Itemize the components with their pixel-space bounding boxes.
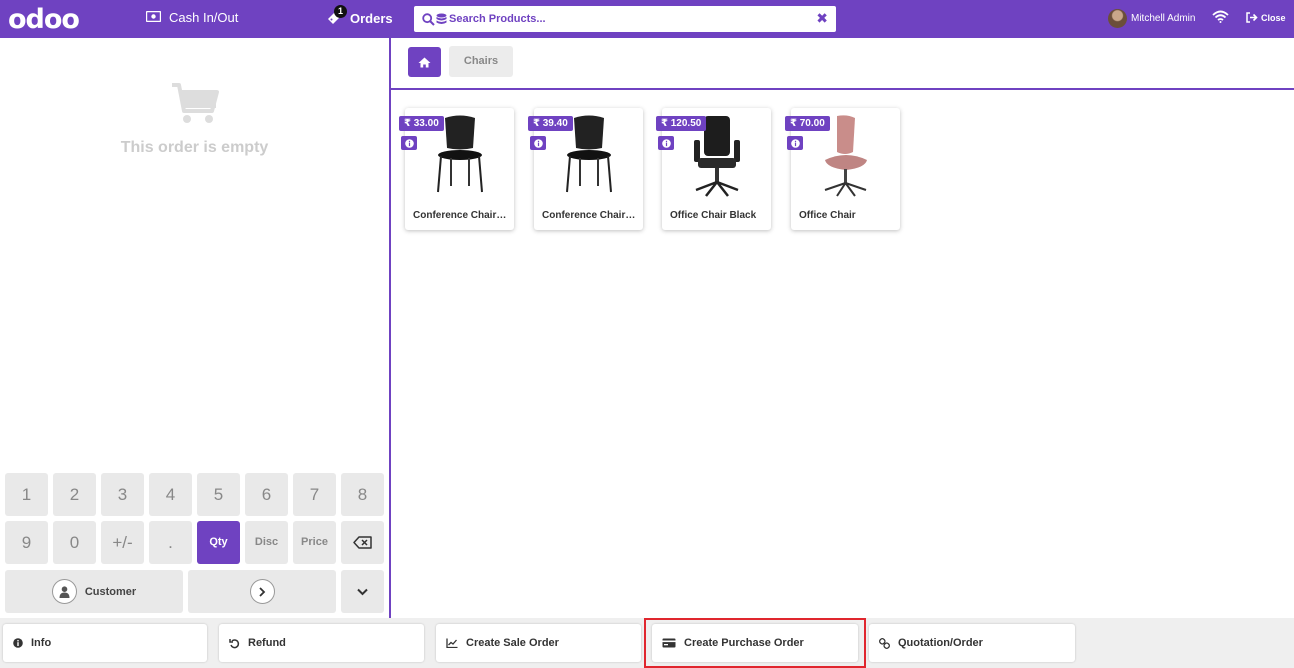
cash-in-out-label: Cash In/Out <box>169 10 239 25</box>
more-options-button[interactable] <box>341 570 384 613</box>
refund-button[interactable]: Refund <box>219 624 424 662</box>
product-name: Office Chair Black <box>670 210 757 221</box>
database-icon <box>436 13 447 25</box>
product-card[interactable]: ₹ 70.00 Office Chair <box>785 108 900 230</box>
discount-mode-button[interactable]: Disc <box>245 521 288 564</box>
payment-button[interactable] <box>188 570 336 613</box>
numpad-key-7[interactable]: 7 <box>293 473 336 516</box>
clear-search-icon[interactable]: ✖ <box>816 10 828 27</box>
chevron-down-icon <box>357 588 368 596</box>
close-label: Close <box>1261 12 1286 23</box>
sign-out-icon <box>1246 12 1258 23</box>
create-purchase-order-label: Create Purchase Order <box>684 637 804 649</box>
odoo-logo: odoo <box>8 4 80 35</box>
undo-icon <box>229 638 240 649</box>
info-icon[interactable] <box>658 136 674 150</box>
top-navbar: odoo Cash In/Out 1 Orders ✖ Mitchell Adm… <box>0 0 1294 38</box>
product-price: ₹ 33.00 <box>399 116 444 131</box>
wifi-icon[interactable] <box>1212 10 1229 28</box>
product-price: ₹ 70.00 <box>785 116 830 131</box>
numpad-key-0[interactable]: 0 <box>53 521 96 564</box>
info-button[interactable]: Info <box>3 624 207 662</box>
chevron-right-icon <box>249 579 275 604</box>
numpad-key-4[interactable]: 4 <box>149 473 192 516</box>
home-category-button[interactable] <box>408 47 441 77</box>
numpad-key-6[interactable]: 6 <box>245 473 288 516</box>
quotation-order-button[interactable]: Quotation/Order <box>869 624 1075 662</box>
product-price: ₹ 39.40 <box>528 116 573 131</box>
info-icon[interactable] <box>787 136 803 150</box>
backspace-icon <box>353 536 372 549</box>
info-icon[interactable] <box>530 136 546 150</box>
info-icon[interactable] <box>401 136 417 150</box>
search-input[interactable] <box>449 7 809 31</box>
avatar <box>1108 9 1127 28</box>
numpad-key-2[interactable]: 2 <box>53 473 96 516</box>
category-breadcrumb-bar: Chairs <box>391 38 1294 90</box>
create-purchase-order-button[interactable]: Create Purchase Order <box>652 624 858 662</box>
info-label: Info <box>31 637 52 649</box>
ticket-icon: 1 <box>326 5 347 27</box>
price-mode-button[interactable]: Price <box>293 521 336 564</box>
user-icon <box>51 579 77 604</box>
empty-order-state: This order is empty <box>0 82 389 157</box>
product-name: Conference Chair (Steel) <box>413 210 509 221</box>
orders-count-badge: 1 <box>334 5 347 18</box>
chart-icon <box>446 638 458 648</box>
product-card[interactable]: ₹ 120.50 Office Chair Black <box>656 108 771 230</box>
product-card[interactable]: ₹ 39.40 Conference Chair (Aluminium) <box>528 108 643 230</box>
control-buttons-bar: Info Refund Create Sale Order Create Pur… <box>0 618 1294 668</box>
close-button[interactable]: Close <box>1246 12 1286 23</box>
numpad-key-1[interactable]: 1 <box>5 473 48 516</box>
cash-in-out-button[interactable]: Cash In/Out <box>145 10 239 25</box>
user-menu[interactable]: Mitchell Admin <box>1108 9 1195 28</box>
credit-card-icon <box>662 638 676 648</box>
orders-label: Orders <box>350 11 393 26</box>
backspace-button[interactable] <box>341 521 384 564</box>
numpad-key-5[interactable]: 5 <box>197 473 240 516</box>
empty-order-text: This order is empty <box>120 139 269 156</box>
category-chairs[interactable]: Chairs <box>449 46 513 77</box>
numpad-key-3[interactable]: 3 <box>101 473 144 516</box>
money-icon <box>145 10 162 25</box>
refund-label: Refund <box>248 637 286 649</box>
customer-button[interactable]: Customer <box>5 570 183 613</box>
quotation-order-label: Quotation/Order <box>898 637 983 649</box>
create-sale-order-button[interactable]: Create Sale Order <box>436 624 641 662</box>
customer-label: Customer <box>84 585 137 598</box>
search-icon <box>422 12 435 26</box>
user-name: Mitchell Admin <box>1131 13 1196 24</box>
numpad-key-8[interactable]: 8 <box>341 473 384 516</box>
home-icon <box>418 57 431 68</box>
product-name: Office Chair <box>799 210 856 221</box>
link-icon <box>879 637 890 649</box>
info-icon <box>13 638 23 648</box>
create-sale-order-label: Create Sale Order <box>466 637 559 649</box>
product-price: ₹ 120.50 <box>656 116 707 131</box>
numpad-key-9[interactable]: 9 <box>5 521 48 564</box>
numpad-key-decimal[interactable]: . <box>149 521 192 564</box>
product-card[interactable]: ₹ 33.00 Conference Chair (Steel) <box>399 108 514 230</box>
product-search-bar: ✖ <box>414 6 836 32</box>
shopping-cart-icon <box>170 82 220 131</box>
product-name: Conference Chair (Aluminium) <box>542 210 638 221</box>
orders-button[interactable]: 1 Orders <box>326 5 393 27</box>
pane-divider <box>389 38 391 618</box>
qty-mode-button[interactable]: Qty <box>197 521 240 564</box>
numpad-key-plus-minus[interactable]: +/- <box>101 521 144 564</box>
